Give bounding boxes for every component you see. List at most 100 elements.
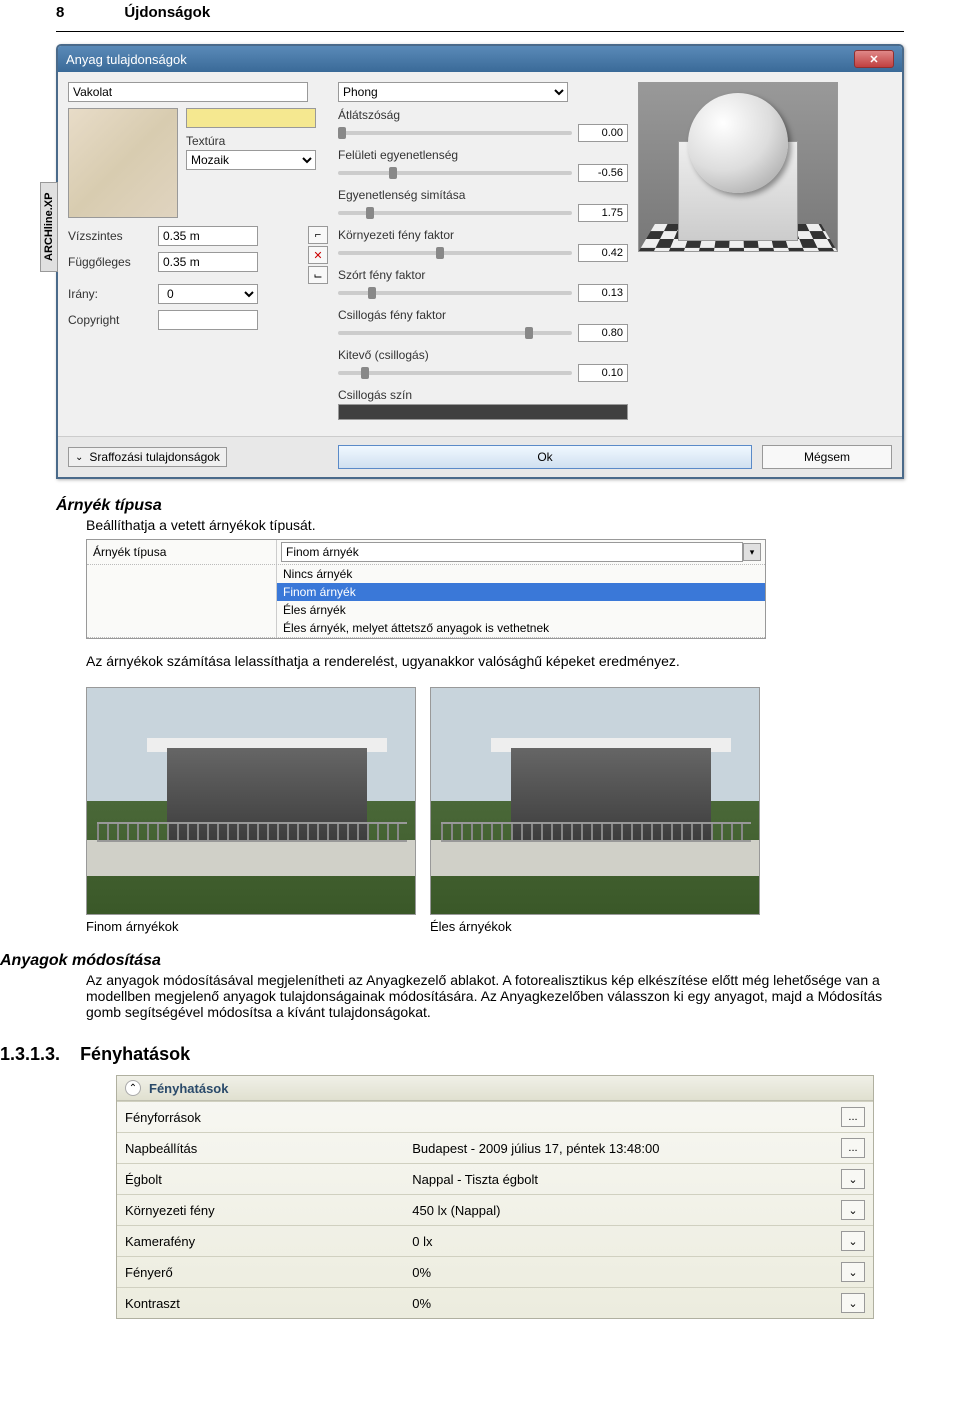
header-title: Újdonságok (124, 4, 210, 21)
bump-smooth-value[interactable]: 1.75 (578, 204, 628, 222)
light-row: Kontraszt0%⌄ (117, 1287, 873, 1318)
bump-value[interactable]: -0.56 (578, 164, 628, 182)
side-tab[interactable]: ARCHline.XP (40, 182, 58, 272)
light-row-button[interactable]: ⌄ (841, 1293, 865, 1313)
hatch-properties-button[interactable]: ⌄ Sraffozási tulajdonságok (68, 447, 227, 467)
light-row: Fényerő0%⌄ (117, 1256, 873, 1287)
bump-slider[interactable] (338, 171, 572, 175)
shader-select[interactable]: Phong (338, 82, 568, 102)
light-row-value: 450 lx (Nappal)⌄ (404, 1195, 873, 1225)
close-button[interactable]: ✕ (854, 50, 894, 68)
light-row-button[interactable]: ... (841, 1107, 865, 1127)
bump-label: Felületi egyenetlenség (338, 148, 628, 162)
light-row-button[interactable]: ⌄ (841, 1169, 865, 1189)
material-properties-dialog: Anyag tulajdonságok ✕ ARCHline.XP Textúr… (56, 44, 904, 479)
texture-label: Textúra (186, 134, 316, 148)
color-swatch[interactable] (186, 108, 316, 128)
diffuse-label: Szórt fény faktor (338, 268, 628, 282)
shadow-type-label: Árnyék típusa (87, 540, 277, 564)
render-hard-image (430, 687, 760, 915)
direction-select[interactable]: 0 (158, 284, 258, 304)
section-heading: 1.3.1.3. Fényhatások (0, 1044, 904, 1065)
light-row: NapbeállításBudapest - 2009 július 17, p… (117, 1132, 873, 1163)
materials-body: Az anyagok módosításával megjelenítheti … (86, 972, 904, 1020)
preview-3d (638, 82, 838, 252)
shadow-option-soft[interactable]: Finom árnyék (277, 583, 765, 601)
materials-heading: Anyagok módosítása (0, 952, 904, 970)
link-lock-button[interactable]: ✕ (308, 246, 328, 264)
light-row: Környezeti fény450 lx (Nappal)⌄ (117, 1194, 873, 1225)
material-name-input[interactable] (68, 82, 308, 102)
hatch-label: Sraffozási tulajdonságok (89, 450, 220, 464)
shadow-option-none[interactable]: Nincs árnyék (277, 565, 765, 583)
light-row-value: ... (404, 1102, 873, 1132)
texture-swatch[interactable] (68, 108, 178, 218)
close-icon: ✕ (869, 53, 878, 66)
light-effects-panel: ⌃ Fényhatások Fényforrások...Napbeállítá… (116, 1075, 874, 1319)
titlebar[interactable]: Anyag tulajdonságok ✕ (58, 46, 902, 72)
shadow-dropdown-button[interactable]: ▾ (743, 543, 761, 561)
shadow-note: Az árnyékok számítása lelassíthatja a re… (86, 653, 904, 669)
light-panel-header[interactable]: ⌃ Fényhatások (117, 1076, 873, 1101)
light-row-button[interactable]: ⌄ (841, 1262, 865, 1282)
light-row-label: Kamerafény (117, 1229, 404, 1254)
dialog-body: ARCHline.XP Textúra Mozaik Vízszintes (58, 72, 902, 436)
bump-smooth-label: Egyenetlenség simítása (338, 188, 628, 202)
transparency-slider[interactable] (338, 131, 572, 135)
render-soft-image (86, 687, 416, 915)
specular-label: Csillogás fény faktor (338, 308, 628, 322)
light-panel-title: Fényhatások (149, 1081, 228, 1096)
diffuse-value[interactable]: 0.13 (578, 284, 628, 302)
render-hard-caption: Éles árnyékok (430, 919, 760, 934)
horizontal-input[interactable] (158, 226, 258, 246)
light-row-label: Fényforrások (117, 1105, 404, 1130)
transparency-value[interactable]: 0.00 (578, 124, 628, 142)
light-row: Fényforrások... (117, 1101, 873, 1132)
specular-slider[interactable] (338, 331, 572, 335)
dialog-title: Anyag tulajdonságok (66, 52, 187, 67)
shadow-options-list: Nincs árnyék Finom árnyék Éles árnyék Él… (277, 565, 765, 637)
light-row-label: Környezeti fény (117, 1198, 404, 1223)
light-row-label: Égbolt (117, 1167, 404, 1192)
light-row-value: Nappal - Tiszta égbolt⌄ (404, 1164, 873, 1194)
light-row: ÉgboltNappal - Tiszta égbolt⌄ (117, 1163, 873, 1194)
link-bottom-button[interactable]: ⌙ (308, 266, 328, 284)
light-row-button[interactable]: ⌄ (841, 1231, 865, 1251)
link-top-button[interactable]: ⌐ (308, 226, 328, 244)
spec-exp-value[interactable]: 0.10 (578, 364, 628, 382)
cancel-button[interactable]: Mégsem (762, 445, 892, 469)
shadow-type-select[interactable]: Finom árnyék (281, 542, 743, 562)
diffuse-slider[interactable] (338, 291, 572, 295)
light-row-label: Fényerő (117, 1260, 404, 1285)
collapse-icon[interactable]: ⌃ (125, 1080, 141, 1096)
light-row-button[interactable]: ... (841, 1138, 865, 1158)
texture-select[interactable]: Mozaik (186, 150, 316, 170)
ambient-value[interactable]: 0.42 (578, 244, 628, 262)
ok-button[interactable]: Ok (338, 445, 752, 469)
shadow-type-intro: Beállíthatja a vetett árnyékok típusát. (86, 517, 904, 533)
shadow-option-transparent[interactable]: Éles árnyék, melyet áttetsző anyagok is … (277, 619, 765, 637)
bump-smooth-slider[interactable] (338, 211, 572, 215)
light-row-button[interactable]: ⌄ (841, 1200, 865, 1220)
specular-value[interactable]: 0.80 (578, 324, 628, 342)
light-row-value: 0%⌄ (404, 1257, 873, 1287)
chevron-down-icon: ⌄ (75, 452, 83, 463)
ambient-slider[interactable] (338, 251, 572, 255)
ambient-label: Környezeti fény faktor (338, 228, 628, 242)
column-left: Textúra Mozaik Vízszintes Függőleges (68, 82, 328, 426)
copyright-input[interactable] (158, 310, 258, 330)
dialog-footer: ⌄ Sraffozási tulajdonságok Ok Mégsem (58, 436, 902, 477)
transparency-label: Átlátszóság (338, 108, 628, 122)
vertical-label: Függőleges (68, 255, 158, 269)
column-middle: Phong Átlátszóság 0.00 Felületi egyenetle… (338, 82, 628, 426)
page-header: 8 Újdonságok (56, 0, 904, 32)
light-row-label: Napbeállítás (117, 1136, 404, 1161)
spec-exp-slider[interactable] (338, 371, 572, 375)
spec-color-label: Csillogás szín (338, 388, 628, 402)
shadow-option-hard[interactable]: Éles árnyék (277, 601, 765, 619)
light-row-value: 0%⌄ (404, 1288, 873, 1318)
spec-color-swatch[interactable] (338, 404, 628, 420)
vertical-input[interactable] (158, 252, 258, 272)
spec-exp-label: Kitevő (csillogás) (338, 348, 628, 362)
shadow-type-panel: Árnyék típusa Finom árnyék ▾ Nincs árnyé… (86, 539, 766, 639)
